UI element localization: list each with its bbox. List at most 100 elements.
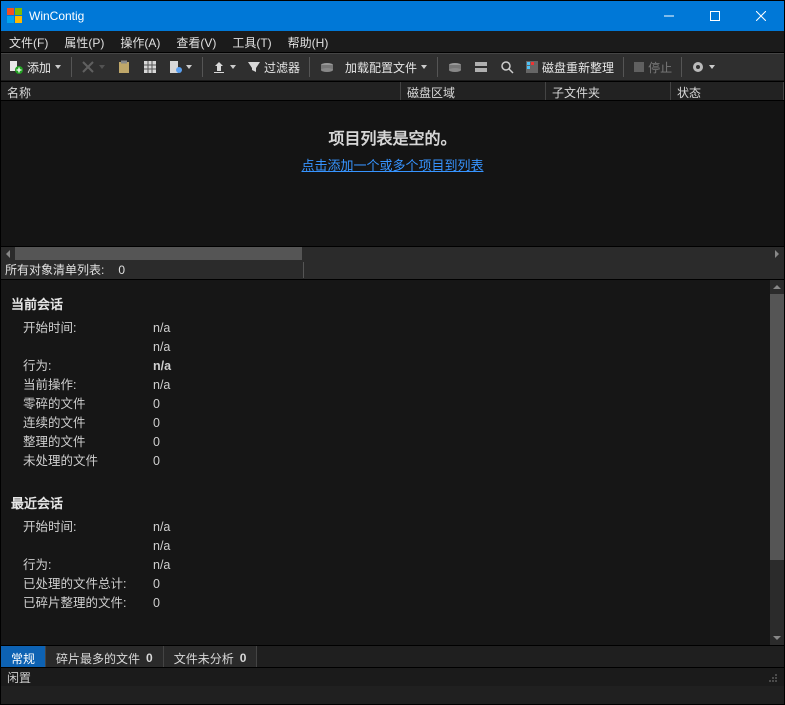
detail-row: 行为:n/a xyxy=(5,556,768,575)
menu-actions[interactable]: 操作(A) xyxy=(112,31,168,52)
summary-count: 0 xyxy=(118,263,125,277)
summary-bar: 所有对象清单列表: 0 xyxy=(1,260,784,280)
tab-most-fragmented[interactable]: 碎片最多的文件 0 xyxy=(46,646,164,667)
empty-title: 项目列表是空的。 xyxy=(1,101,784,149)
list-header: 名称 磁盘区域 子文件夹 状态 xyxy=(1,81,784,101)
scroll-left-icon[interactable] xyxy=(1,247,15,260)
bottom-tabs: 常规 碎片最多的文件 0 文件未分析 0 xyxy=(1,645,784,667)
settings-button[interactable] xyxy=(688,56,719,78)
remove-icon xyxy=(81,60,95,74)
grid-icon xyxy=(143,60,157,74)
chevron-down-icon xyxy=(708,65,716,69)
section-title: 最近会话 xyxy=(5,485,768,518)
detail-key: 未处理的文件 xyxy=(23,453,153,470)
column-name[interactable]: 名称 xyxy=(1,82,401,100)
properties-icon xyxy=(168,60,182,74)
detail-value: 0 xyxy=(153,453,160,470)
search-icon xyxy=(500,60,514,74)
server-icon xyxy=(474,60,488,74)
add-icon xyxy=(8,59,24,75)
detail-row: 零碎的文件0 xyxy=(5,395,768,414)
detail-key: 开始时间: xyxy=(23,320,153,337)
detail-value: n/a xyxy=(153,358,171,375)
menu-bar: 文件(F) 属性(P) 操作(A) 查看(V) 工具(T) 帮助(H) xyxy=(1,31,784,53)
tab-label: 碎片最多的文件 xyxy=(56,650,140,667)
tab-label: 常规 xyxy=(11,650,35,667)
window-title: WinContig xyxy=(29,9,646,23)
clipboard-button[interactable] xyxy=(113,56,135,78)
gear-icon xyxy=(691,60,705,74)
detail-row: 开始时间:n/a xyxy=(5,518,768,537)
chevron-down-icon xyxy=(54,65,62,69)
detail-value: 0 xyxy=(153,595,160,612)
scroll-thumb[interactable] xyxy=(770,294,784,560)
detail-row: n/a xyxy=(5,338,768,357)
toolbar: 添加 过滤器 加载配置文件 磁盘重新整理 xyxy=(1,53,784,81)
summary-label: 所有对象清单列表: xyxy=(5,261,104,278)
remove-button[interactable] xyxy=(78,56,109,78)
menu-help[interactable]: 帮助(H) xyxy=(280,31,337,52)
scroll-up-icon[interactable] xyxy=(770,280,784,294)
horizontal-scrollbar[interactable] xyxy=(1,246,784,260)
detail-key: 行为: xyxy=(23,358,153,375)
load-profile-label: 加载配置文件 xyxy=(345,59,417,76)
add-button[interactable]: 添加 xyxy=(5,56,65,78)
detail-key: 当前操作: xyxy=(23,377,153,394)
search-button[interactable] xyxy=(496,56,518,78)
menu-file[interactable]: 文件(F) xyxy=(1,31,56,52)
column-subfolders[interactable]: 子文件夹 xyxy=(546,82,671,100)
tab-label: 文件未分析 xyxy=(174,650,234,667)
item-list: 项目列表是空的。 点击添加一个或多个项目到列表 xyxy=(1,101,784,246)
close-button[interactable] xyxy=(738,1,784,31)
disk2-button[interactable] xyxy=(444,56,466,78)
add-items-link[interactable]: 点击添加一个或多个项目到列表 xyxy=(301,155,483,174)
defrag-icon xyxy=(525,60,539,74)
detail-row: 已碎片整理的文件:0 xyxy=(5,594,768,613)
detail-value: 0 xyxy=(153,434,160,451)
scroll-track[interactable] xyxy=(15,247,770,260)
properties-button[interactable] xyxy=(165,56,196,78)
detail-value: 0 xyxy=(153,415,160,432)
app-icon xyxy=(1,8,29,24)
detail-key: 已处理的文件总计: xyxy=(23,576,153,593)
load-profile-button[interactable]: 加载配置文件 xyxy=(342,56,431,78)
server-button[interactable] xyxy=(470,56,492,78)
detail-key: 行为: xyxy=(23,557,153,574)
detail-row: 开始时间:n/a xyxy=(5,319,768,338)
detail-row: n/a xyxy=(5,537,768,556)
status-bar: 闲置 xyxy=(1,667,784,686)
disk-defrag-label: 磁盘重新整理 xyxy=(542,59,614,76)
detail-key: 整理的文件 xyxy=(23,434,153,451)
menu-tools[interactable]: 工具(T) xyxy=(224,31,279,52)
menu-view[interactable]: 查看(V) xyxy=(168,31,224,52)
detail-key: 已碎片整理的文件: xyxy=(23,595,153,612)
chevron-down-icon xyxy=(98,65,106,69)
stop-button[interactable]: 停止 xyxy=(630,56,675,78)
tab-unanalyzed[interactable]: 文件未分析 0 xyxy=(164,646,258,667)
scroll-down-icon[interactable] xyxy=(770,631,784,645)
column-status[interactable]: 状态 xyxy=(671,82,784,100)
scroll-right-icon[interactable] xyxy=(770,247,784,260)
filter-label: 过滤器 xyxy=(264,59,300,76)
grid-button[interactable] xyxy=(139,56,161,78)
column-disk-area[interactable]: 磁盘区域 xyxy=(401,82,546,100)
tab-general[interactable]: 常规 xyxy=(1,646,46,667)
disk-defrag-button[interactable]: 磁盘重新整理 xyxy=(522,56,617,78)
stop-label: 停止 xyxy=(648,59,672,76)
vertical-scrollbar[interactable] xyxy=(770,280,784,645)
detail-row: 连续的文件0 xyxy=(5,414,768,433)
chevron-down-icon xyxy=(229,65,237,69)
stop-icon xyxy=(633,61,645,73)
menu-properties[interactable]: 属性(P) xyxy=(56,31,112,52)
minimize-button[interactable] xyxy=(646,1,692,31)
detail-row: 未处理的文件0 xyxy=(5,452,768,471)
detail-row: 整理的文件0 xyxy=(5,433,768,452)
export-up-button[interactable] xyxy=(209,56,240,78)
title-bar: WinContig xyxy=(1,1,784,31)
disk-button[interactable] xyxy=(316,56,338,78)
scroll-thumb[interactable] xyxy=(15,247,302,260)
resize-grip-icon[interactable] xyxy=(766,671,778,683)
filter-button[interactable]: 过滤器 xyxy=(244,56,303,78)
add-label: 添加 xyxy=(27,59,51,76)
maximize-button[interactable] xyxy=(692,1,738,31)
